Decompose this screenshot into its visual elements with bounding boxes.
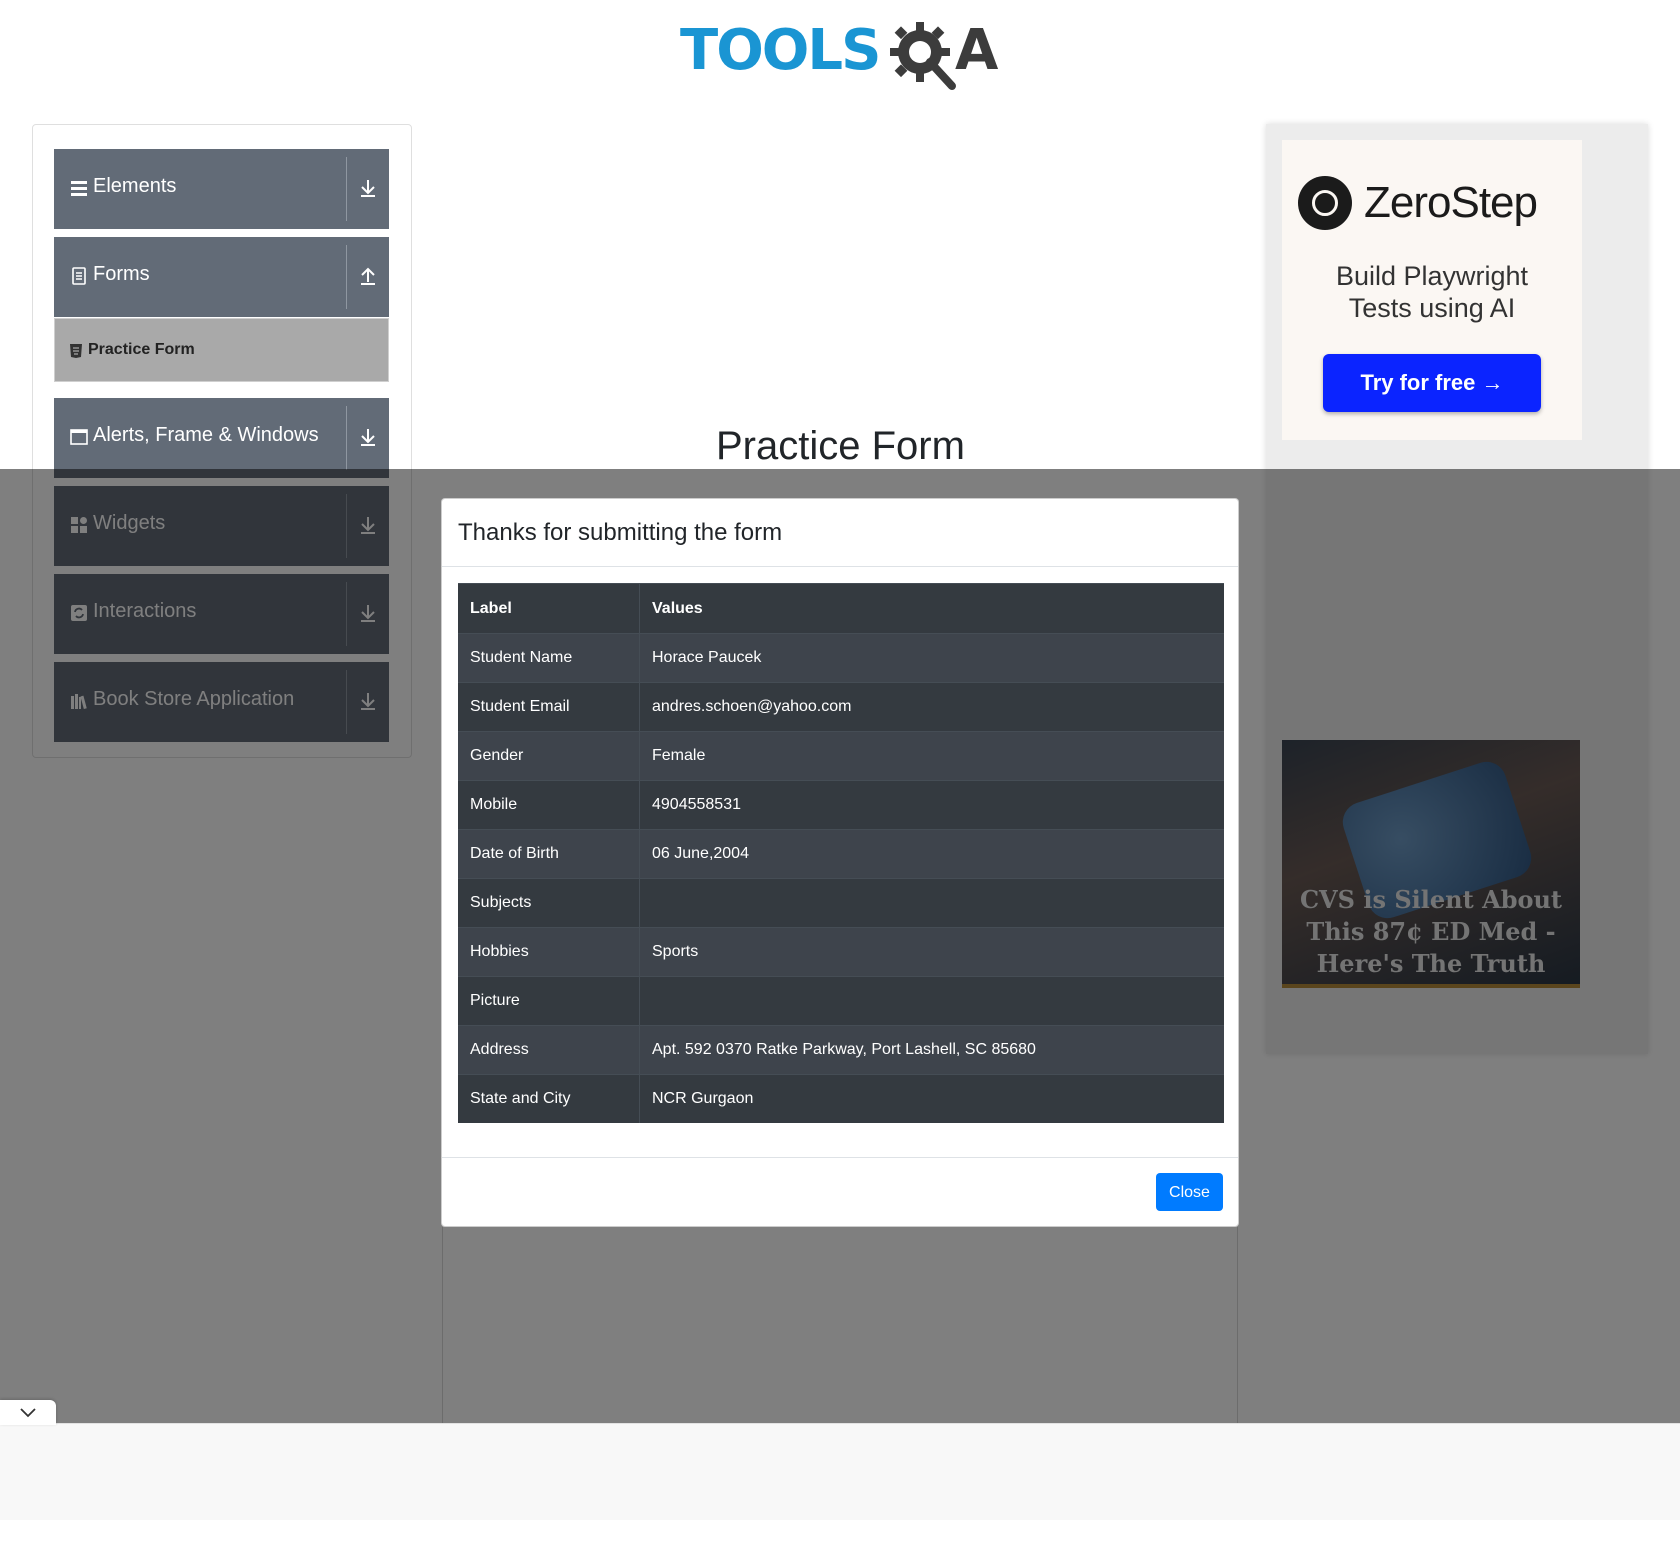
logo-text-tools: TOOLS <box>680 18 881 83</box>
nav-group-label: Elements <box>93 175 177 197</box>
table-row: Subjects <box>458 878 1224 928</box>
row-label: Mobile <box>458 780 640 830</box>
row-label: Hobbies <box>458 927 640 977</box>
download-arrow-icon[interactable] <box>355 424 381 450</box>
row-value: 4904558531 <box>639 780 1224 830</box>
row-value: NCR Gurgaon <box>639 1074 1224 1123</box>
html-file-icon <box>70 344 82 358</box>
row-value: Female <box>639 731 1224 781</box>
column-header-values: Values <box>639 583 1224 634</box>
document-icon <box>72 267 86 285</box>
gear-magnifier-icon <box>890 22 956 90</box>
page-title: Practice Form <box>716 424 965 468</box>
row-value: Sports <box>639 927 1224 977</box>
divider <box>346 157 347 221</box>
row-label: Picture <box>458 976 640 1026</box>
upload-arrow-icon[interactable] <box>355 263 381 289</box>
table-row: Hobbies Sports <box>458 927 1224 977</box>
row-value: 06 June,2004 <box>639 829 1224 879</box>
row-value: Apt. 592 0370 Ratke Parkway, Port Lashel… <box>639 1025 1224 1075</box>
table-row: Mobile 4904558531 <box>458 780 1224 830</box>
zerostep-tagline: Build Playwright Tests using AI <box>1335 261 1529 323</box>
modal-title: Thanks for submitting the form <box>458 519 783 546</box>
zerostep-name: ZeroStep <box>1364 178 1538 227</box>
row-value: andres.schoen@yahoo.com <box>639 682 1224 732</box>
row-label: Subjects <box>458 878 640 928</box>
zerostep-logo-icon <box>1298 176 1352 230</box>
row-label: Gender <box>458 731 640 781</box>
download-arrow-icon[interactable] <box>355 175 381 201</box>
nav-item-label: Practice Form <box>88 341 195 358</box>
table-row: Address Apt. 592 0370 Ratke Parkway, Port… <box>458 1025 1224 1075</box>
modal-header-divider <box>442 566 1238 567</box>
row-label: Student Email <box>458 682 640 732</box>
row-label: State and City <box>458 1074 640 1123</box>
nav-group-elements[interactable]: Elements <box>54 149 389 229</box>
nav-group-forms[interactable]: Forms <box>54 237 389 317</box>
table-row: Student Email andres.schoen@yahoo.com <box>458 682 1224 732</box>
row-label: Address <box>458 1025 640 1075</box>
nav-group-alerts-frame-windows[interactable]: Alerts, Frame & Windows <box>54 398 389 478</box>
window-icon <box>70 429 88 445</box>
try-for-free-button[interactable]: Try for free → <box>1323 354 1541 412</box>
nav-group-label: Alerts, Frame & Windows <box>93 424 319 446</box>
divider <box>346 406 347 470</box>
bottom-ad-bar <box>0 1423 1680 1520</box>
modal-footer-divider <box>442 1157 1238 1158</box>
logo-text-a: A <box>955 18 999 83</box>
table-row: Date of Birth 06 June,2004 <box>458 829 1224 879</box>
column-header-label: Label <box>458 583 640 634</box>
nav-group-label: Forms <box>93 263 150 285</box>
table-row: Student Name Horace Paucek <box>458 633 1224 683</box>
nav-item-practice-form[interactable]: Practice Form <box>54 318 389 382</box>
table-row: State and City NCR Gurgaon <box>458 1074 1224 1123</box>
hamburger-icon <box>71 181 87 196</box>
divider <box>346 245 347 309</box>
table-row: Picture <box>458 976 1224 1026</box>
table-row: Gender Female <box>458 731 1224 781</box>
table-header-row: Label Values <box>458 583 1224 634</box>
row-label: Date of Birth <box>458 829 640 879</box>
row-value: Horace Paucek <box>639 633 1224 683</box>
row-label: Student Name <box>458 633 640 683</box>
results-table: Label Values Student Name Horace Paucek S… <box>458 583 1224 1123</box>
chevron-down-icon <box>20 1408 36 1418</box>
row-value <box>639 878 1224 928</box>
toolsqa-logo[interactable]: TOOLS A <box>680 14 1004 94</box>
zerostep-ad[interactable]: ZeroStep Build Playwright Tests using AI… <box>1282 140 1582 440</box>
row-value <box>639 976 1224 1026</box>
submission-modal: Thanks for submitting the form Label Val… <box>441 498 1239 1227</box>
close-button[interactable]: Close <box>1156 1173 1223 1211</box>
collapse-ad-tab[interactable] <box>0 1400 56 1425</box>
